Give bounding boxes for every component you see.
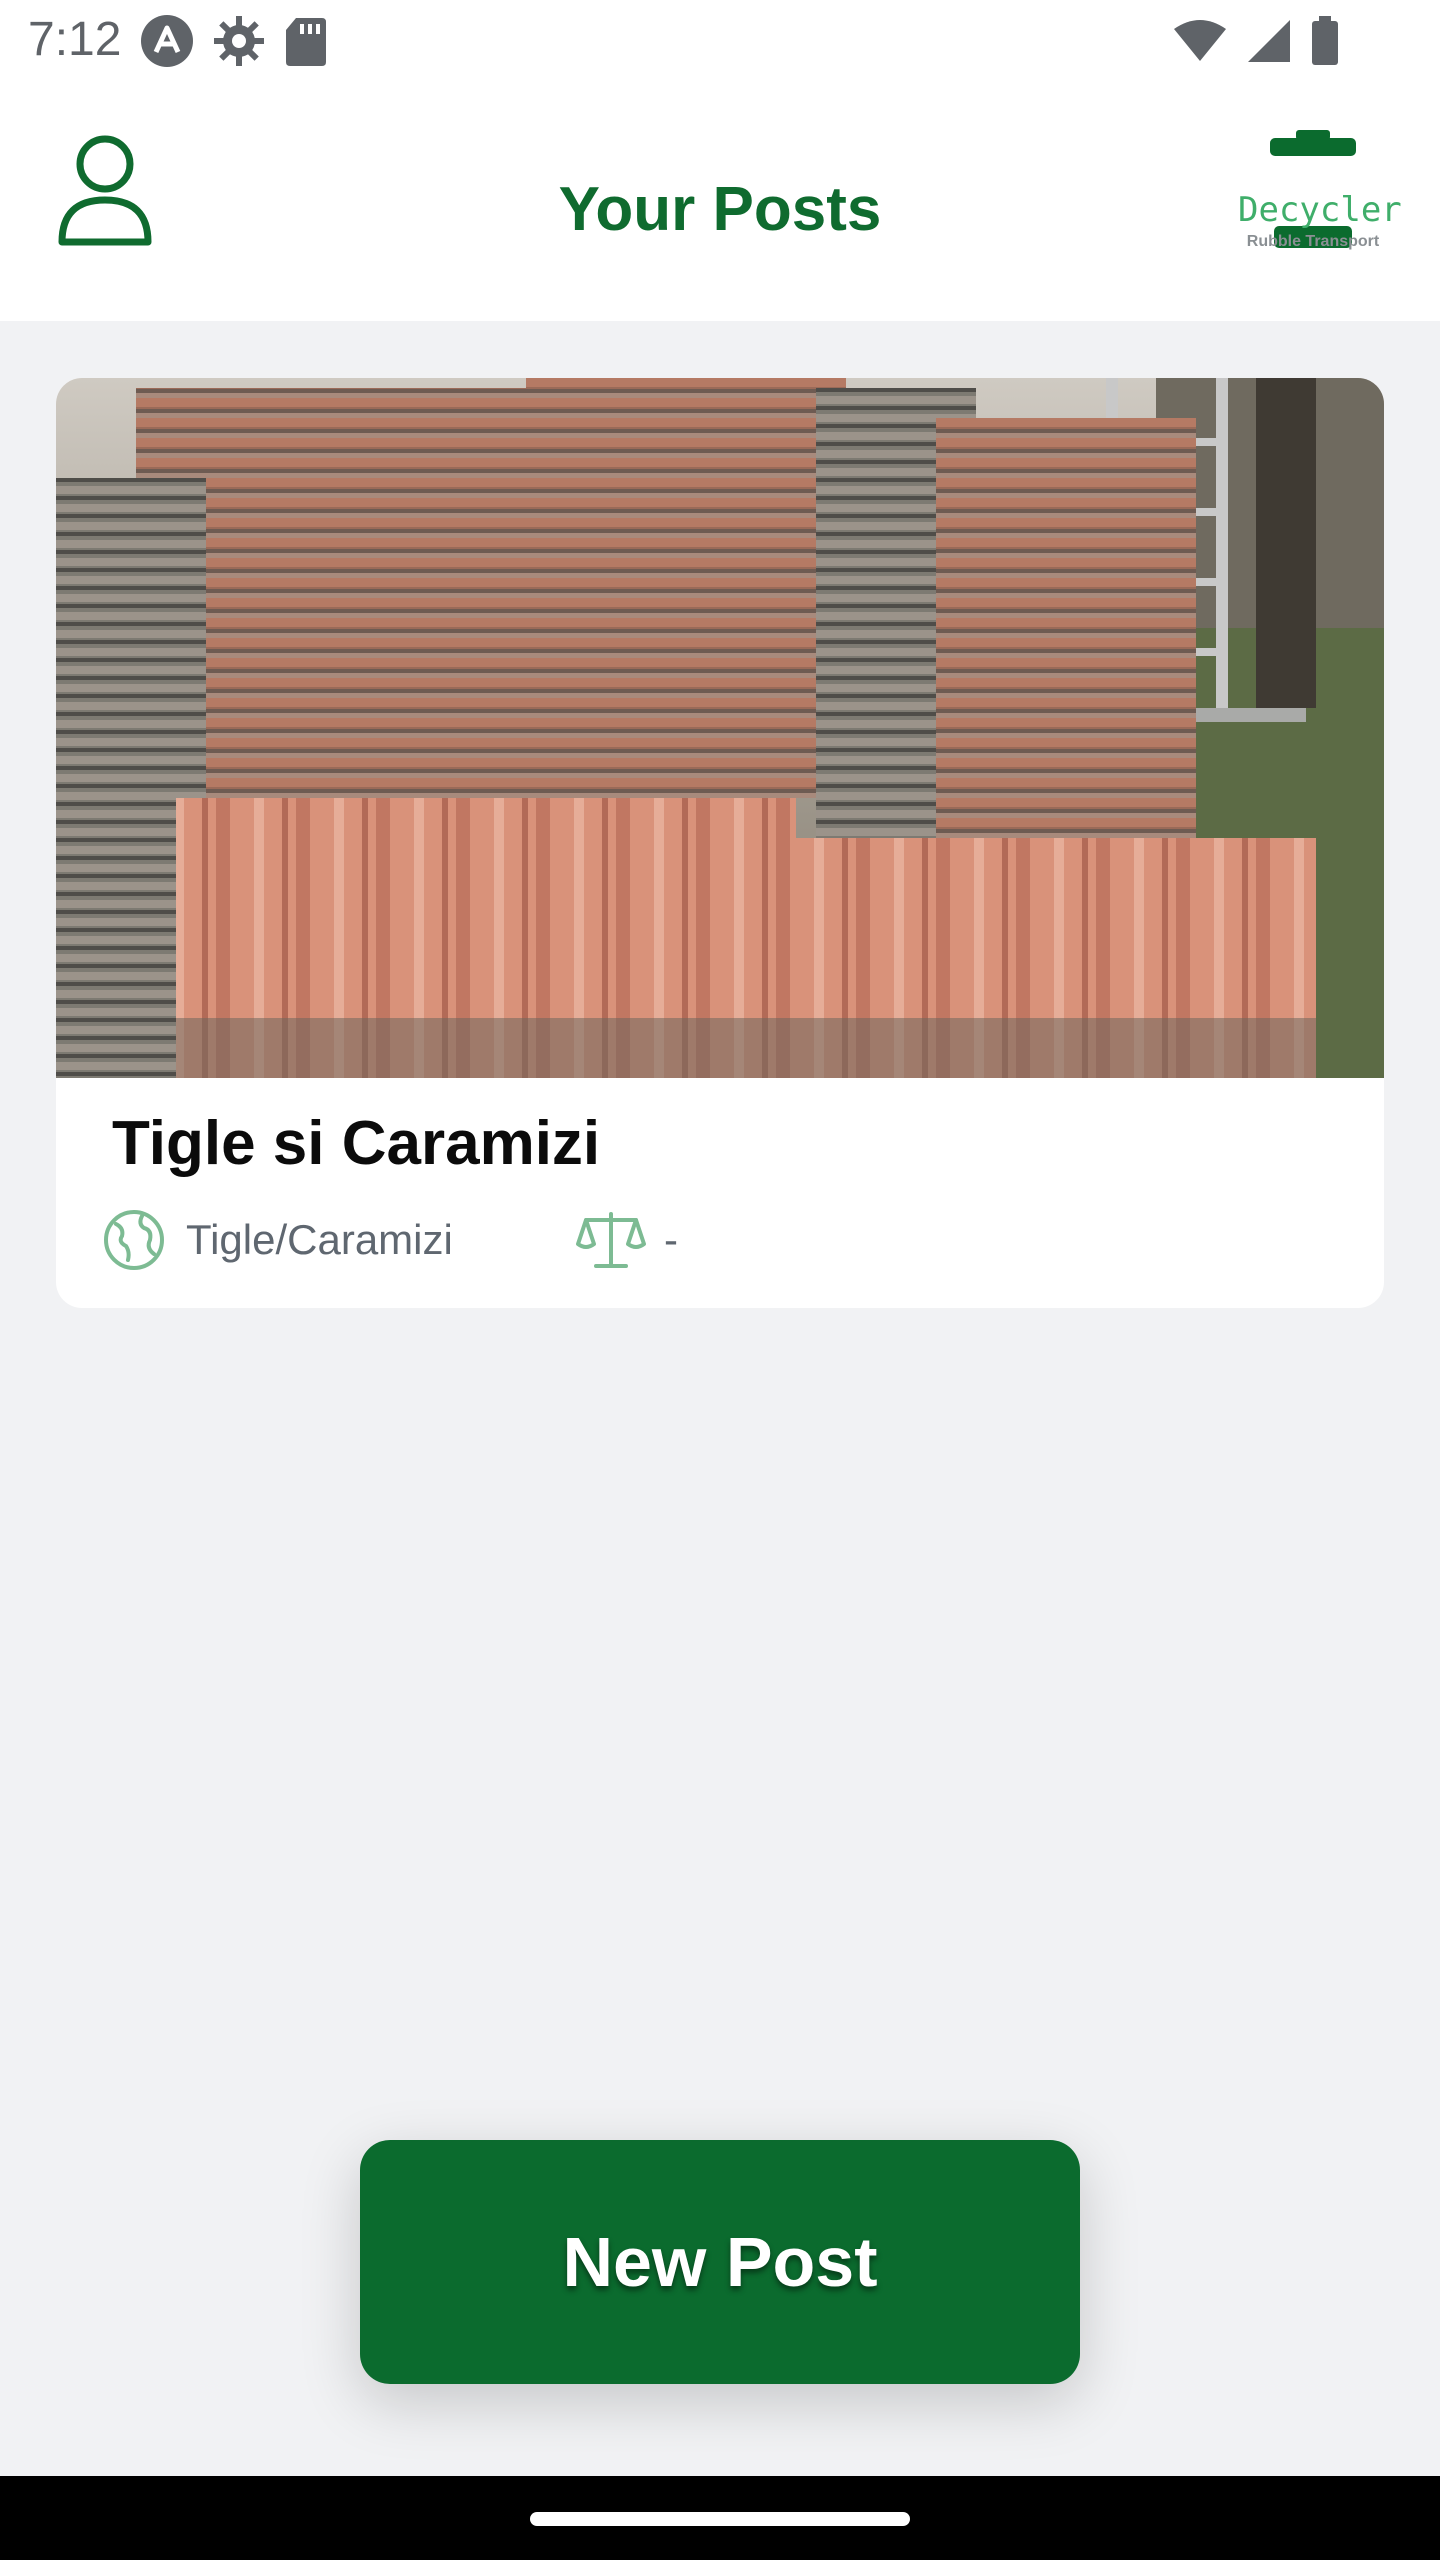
- decycler-logo: Decycler Rubble Transport: [1238, 130, 1402, 250]
- globe-icon: [104, 1210, 164, 1270]
- status-left-icons: [140, 14, 328, 73]
- home-indicator[interactable]: [530, 2512, 910, 2526]
- new-post-label: New Post: [562, 2223, 878, 2301]
- post-card[interactable]: Tigle si Caramizi Tigle/Caramizi -: [56, 378, 1384, 1308]
- app-header: Your Posts Decycler Rubble Transport: [0, 84, 1440, 321]
- android-auto-icon: [140, 14, 194, 73]
- wifi-icon: [1172, 19, 1228, 68]
- post-weight: -: [576, 1208, 678, 1272]
- scale-icon: [576, 1212, 646, 1268]
- settings-gear-icon: [212, 14, 266, 73]
- status-time: 7:12: [28, 13, 122, 66]
- status-right-icons: [1172, 16, 1340, 71]
- battery-icon: [1310, 16, 1340, 71]
- post-category: Tigle/Caramizi: [102, 1208, 453, 1272]
- navigation-bar: [0, 2476, 1440, 2560]
- logo-text: Decycler: [1238, 190, 1402, 230]
- logo-subtext: Rubble Transport: [1246, 233, 1380, 250]
- sd-card-icon: [284, 14, 328, 73]
- screen: 7:12 Your Posts Decycler Rubble Transpor…: [0, 0, 1440, 2560]
- post-category-text: Tigle/Caramizi: [186, 1216, 453, 1263]
- post-image: [56, 378, 1384, 1078]
- cell-signal-icon: [1246, 18, 1292, 69]
- post-title: Tigle si Caramizi: [112, 1109, 601, 1178]
- post-weight-text: -: [664, 1216, 678, 1263]
- new-post-button[interactable]: New Post: [360, 2140, 1080, 2384]
- page-title: Your Posts: [558, 175, 882, 244]
- status-bar: 7:12: [0, 0, 1440, 84]
